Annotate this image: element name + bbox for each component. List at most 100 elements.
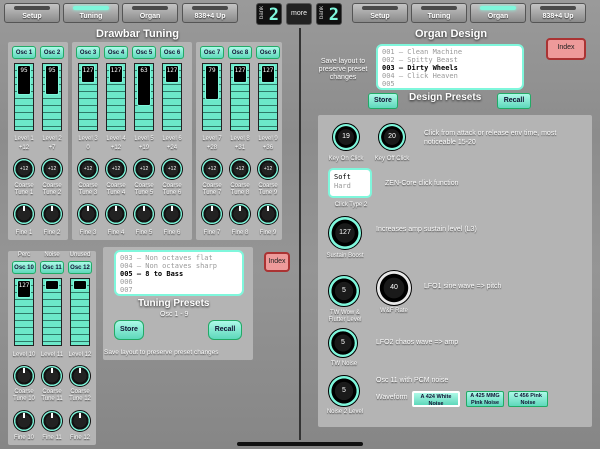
- level-slider-10[interactable]: 127: [14, 278, 34, 346]
- coarse-tune-knob-2[interactable]: +12: [41, 158, 63, 180]
- slider-thumb[interactable]: 63: [137, 65, 151, 106]
- fine-tune-knob-4[interactable]: [105, 203, 127, 225]
- slider-thumb[interactable]: 127: [233, 65, 247, 83]
- bank-indicator-left[interactable]: bank 2: [256, 3, 282, 25]
- fine-tune-knob-12[interactable]: [69, 410, 91, 432]
- osc-button-8[interactable]: Osc 8: [228, 46, 252, 59]
- tab-left-1[interactable]: Tuning: [63, 3, 119, 23]
- slider-thumb[interactable]: 127: [81, 65, 95, 83]
- osc-button-3[interactable]: Osc 3: [76, 46, 100, 59]
- preset-row[interactable]: 005 – 8 to Bass: [120, 270, 238, 278]
- preset-row[interactable]: 007: [120, 286, 238, 294]
- preset-row[interactable]: 005: [382, 80, 518, 88]
- design-recall-button[interactable]: Recall: [497, 93, 531, 109]
- key-off-click-knob[interactable]: 20: [378, 123, 406, 151]
- osc-button-10[interactable]: Osc 10: [12, 261, 36, 274]
- slider-thumb[interactable]: 95: [17, 65, 31, 95]
- coarse-tune-knob-7[interactable]: +12: [201, 158, 223, 180]
- coarse-tune-knob-8[interactable]: +12: [229, 158, 251, 180]
- osc-button-11[interactable]: Osc 11: [40, 261, 64, 274]
- slider-thumb[interactable]: [45, 280, 59, 290]
- osc-button-12[interactable]: Osc 12: [68, 261, 92, 274]
- waveform-button-0[interactable]: A 424 White Noise: [412, 391, 460, 407]
- wf-rate-knob[interactable]: 40: [376, 270, 412, 306]
- preset-row[interactable]: 003 – Dirty Wheels: [382, 64, 518, 72]
- osc-button-4[interactable]: Osc 4: [104, 46, 128, 59]
- slider-thumb[interactable]: [73, 280, 87, 290]
- fine-tune-knob-11[interactable]: [41, 410, 63, 432]
- slider-thumb[interactable]: 127: [109, 65, 123, 83]
- preset-row[interactable]: 004 – Click Heaven: [382, 72, 518, 80]
- key-on-click-knob[interactable]: 19: [332, 123, 360, 151]
- home-indicator[interactable]: [237, 442, 363, 446]
- fine-tune-knob-5[interactable]: [133, 203, 155, 225]
- slider-thumb[interactable]: 127: [165, 65, 179, 83]
- waveform-button-2[interactable]: C 456 Pink Noise: [508, 391, 548, 407]
- tab-left-3[interactable]: 838+4 Up: [182, 3, 238, 23]
- osc-button-9[interactable]: Osc 9: [256, 46, 280, 59]
- osc-button-2[interactable]: Osc 2: [40, 46, 64, 59]
- coarse-tune-knob-4[interactable]: +12: [105, 158, 127, 180]
- osc-button-7[interactable]: Osc 7: [200, 46, 224, 59]
- tab-left-0[interactable]: Setup: [4, 3, 60, 23]
- level-slider-3[interactable]: 127: [78, 63, 98, 131]
- tuning-recall-button[interactable]: Recall: [208, 320, 242, 340]
- level-slider-5[interactable]: 63: [134, 63, 154, 131]
- waveform-button-1[interactable]: A 425 MMG Pink Noise: [466, 391, 504, 407]
- coarse-tune-knob-9[interactable]: +12: [257, 158, 279, 180]
- bank-indicator-right[interactable]: bank 2: [316, 3, 342, 25]
- level-slider-6[interactable]: 127: [162, 63, 182, 131]
- more-button[interactable]: more: [286, 3, 312, 25]
- design-index-button[interactable]: Index: [546, 38, 586, 60]
- level-slider-4[interactable]: 127: [106, 63, 126, 131]
- preset-row[interactable]: 003 – Non octaves flat: [120, 254, 238, 262]
- fine-tune-knob-1[interactable]: [13, 203, 35, 225]
- level-slider-12[interactable]: [70, 278, 90, 346]
- tuning-index-button[interactable]: Index: [264, 252, 290, 272]
- tab-right-2[interactable]: Organ: [470, 3, 526, 23]
- preset-row[interactable]: 002 – Spitty Beast: [382, 56, 518, 64]
- tab-right-0[interactable]: Setup: [352, 3, 408, 23]
- osc-button-5[interactable]: Osc 5: [132, 46, 156, 59]
- level-slider-11[interactable]: [42, 278, 62, 346]
- tab-right-1[interactable]: Tuning: [411, 3, 467, 23]
- coarse-tune-knob-6[interactable]: +12: [161, 158, 183, 180]
- coarse-tune-knob-1[interactable]: +12: [13, 158, 35, 180]
- fine-tune-knob-10[interactable]: [13, 410, 35, 432]
- click-type-selector[interactable]: Soft Hard: [328, 168, 372, 198]
- tuning-store-button[interactable]: Store: [114, 320, 144, 340]
- level-slider-9[interactable]: 127: [258, 63, 278, 131]
- fine-tune-knob-3[interactable]: [77, 203, 99, 225]
- tw-wow-flutter-knob[interactable]: 5: [328, 275, 360, 307]
- slider-thumb[interactable]: 127: [261, 65, 275, 83]
- level-slider-7[interactable]: 79: [202, 63, 222, 131]
- noise2-level-knob[interactable]: 5: [328, 375, 360, 407]
- sustain-boost-knob[interactable]: 127: [328, 216, 362, 250]
- level-slider-8[interactable]: 127: [230, 63, 250, 131]
- level-slider-1[interactable]: 95: [14, 63, 34, 131]
- tw-noise-knob[interactable]: 5: [328, 328, 358, 358]
- slider-thumb[interactable]: 95: [45, 65, 59, 95]
- coarse-tune-knob-10[interactable]: [13, 365, 35, 387]
- level-slider-2[interactable]: 95: [42, 63, 62, 131]
- coarse-tune-knob-11[interactable]: [41, 365, 63, 387]
- tab-right-3[interactable]: 838+4 Up: [530, 3, 586, 23]
- slider-thumb[interactable]: 79: [205, 65, 219, 100]
- fine-tune-knob-7[interactable]: [201, 203, 223, 225]
- preset-row[interactable]: 001 – Clean Machine: [382, 48, 518, 56]
- preset-row[interactable]: 006: [120, 278, 238, 286]
- click-type-option[interactable]: Soft: [334, 173, 366, 182]
- fine-tune-knob-9[interactable]: [257, 203, 279, 225]
- coarse-tune-knob-12[interactable]: [69, 365, 91, 387]
- coarse-tune-knob-5[interactable]: +12: [133, 158, 155, 180]
- click-type-option[interactable]: Hard: [334, 182, 366, 191]
- tab-left-2[interactable]: Organ: [122, 3, 178, 23]
- tuning-preset-list[interactable]: 003 – Non octaves flat 004 – Non octaves …: [114, 250, 244, 296]
- osc-button-1[interactable]: Osc 1: [12, 46, 36, 59]
- fine-tune-knob-8[interactable]: [229, 203, 251, 225]
- slider-thumb[interactable]: 127: [17, 280, 31, 298]
- fine-tune-knob-2[interactable]: [41, 203, 63, 225]
- preset-row[interactable]: 004 – Non octaves sharp: [120, 262, 238, 270]
- osc-button-6[interactable]: Osc 6: [160, 46, 184, 59]
- coarse-tune-knob-3[interactable]: +12: [77, 158, 99, 180]
